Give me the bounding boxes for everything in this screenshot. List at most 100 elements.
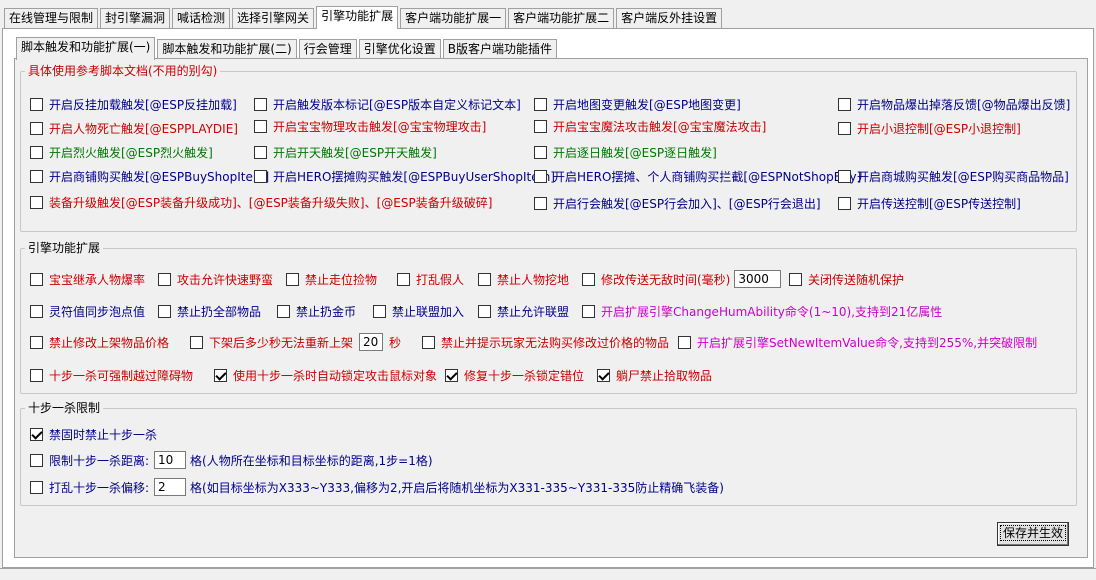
option-shuffle-bots[interactable]: 打乱假人 <box>397 270 464 288</box>
checkbox[interactable] <box>254 145 267 159</box>
checkbox[interactable] <box>838 196 851 210</box>
checkbox[interactable] <box>838 97 851 111</box>
checkbox[interactable] <box>397 272 410 286</box>
checkbox[interactable] <box>190 335 203 349</box>
option-ten-step-pass-obstacles[interactable]: 十步一杀可强制越过障碍物 <box>30 366 193 384</box>
option-sun-chase-trigger[interactable]: 开启逐日触发[@ESP逐日触发] <box>534 143 717 161</box>
checkbox[interactable] <box>582 304 595 318</box>
option-no-modify-listed-price[interactable]: 禁止修改上架物品价格 <box>30 333 169 351</box>
checkbox[interactable] <box>30 480 43 494</box>
checkbox[interactable] <box>158 304 171 318</box>
option-ten-step-auto-lock-target[interactable]: 使用十步一杀时自动锁定攻击鼠标对象 <box>214 366 437 384</box>
option-no-drop-gold[interactable]: 禁止扔金币 <box>277 302 356 320</box>
option-no-drop-all-items[interactable]: 禁止扔全部物品 <box>158 302 261 320</box>
option-item-drop-feedback[interactable]: 开启物品爆出掉落反馈[@物品爆出反馈] <box>838 95 1070 113</box>
checkbox[interactable] <box>582 272 595 286</box>
checkbox[interactable] <box>478 304 491 318</box>
relist-seconds-input[interactable]: 20 <box>359 333 384 351</box>
checkbox[interactable] <box>158 272 171 286</box>
checkbox[interactable] <box>30 427 43 441</box>
option-corpse-no-pickup[interactable]: 躺尸禁止拾取物品 <box>597 366 712 384</box>
checkbox[interactable] <box>422 335 435 349</box>
checkbox[interactable] <box>30 121 43 135</box>
option-player-death-trigger[interactable]: 开启人物死亡触发[@ESPPLAYDIE] <box>30 119 238 137</box>
option-limit-ten-step-distance[interactable]: 限制十步一杀距离: 10 格(人物所在坐标和目标坐标的距离,1步=1格) <box>30 451 433 469</box>
option-shop-buy-trigger[interactable]: 开启商铺购买触发[@ESPBuyShopItem] <box>30 167 269 185</box>
checkbox[interactable] <box>534 169 547 183</box>
tab-client-extensions-1[interactable]: 客户端功能扩展一 <box>400 8 507 28</box>
option-teleport-control[interactable]: 开启传送控制[@ESP传送控制] <box>838 194 1021 212</box>
subtab-bversion-client-plugins[interactable]: B版客户端功能插件 <box>442 39 558 59</box>
option-mall-buy-trigger[interactable]: 开启商城购买触发[@ESP购买商品物品] <box>838 167 1069 185</box>
checkbox[interactable] <box>286 272 299 286</box>
option-hero-stall-buy-trigger[interactable]: 开启HERO摆摊购买触发[@ESPBuyUserShopItem] <box>254 167 555 185</box>
invincible-time-input[interactable]: 3000 <box>734 270 782 288</box>
checkbox[interactable] <box>30 145 43 159</box>
checkbox[interactable] <box>30 272 43 286</box>
tab-block-engine-bugs[interactable]: 封引擎漏洞 <box>100 8 171 28</box>
option-flame-trigger[interactable]: 开启烈火触发[@ESP烈火触发] <box>30 143 213 161</box>
option-set-new-item-value[interactable]: 开启扩展引擎SetNewItemValue命令,支持到255%,并突破限制 <box>678 333 1037 351</box>
option-shuffle-ten-step-offset[interactable]: 打乱十步一杀偏移: 2 格(如目标坐标为X333~Y333,偏移为2,开启后将随机坐… <box>30 478 724 496</box>
option-no-alliance-join[interactable]: 禁止联盟加入 <box>373 302 464 320</box>
option-no-walk-pickup[interactable]: 禁止走位捡物 <box>286 270 377 288</box>
option-soft-logout-control[interactable]: 开启小退控制[@ESP小退控制] <box>838 119 1021 137</box>
option-guild-trigger[interactable]: 开启行会触发[@ESP行会加入]、[@ESP行会退出] <box>534 194 821 212</box>
option-anti-hook-load-trigger[interactable]: 开启反挂加载触发[@ESP反挂加载] <box>30 95 237 113</box>
checkbox[interactable] <box>30 453 43 467</box>
checkbox[interactable] <box>30 304 43 318</box>
checkbox[interactable] <box>254 97 267 111</box>
checkbox[interactable] <box>30 195 43 209</box>
checkbox[interactable] <box>254 169 267 183</box>
option-block-modified-price-buy[interactable]: 禁止并提示玩家无法购买修改过价格的物品 <box>422 333 669 351</box>
tab-client-anticheat[interactable]: 客户端反外挂设置 <box>616 8 723 28</box>
option-map-change-trigger[interactable]: 开启地图变更触发[@ESP地图变更] <box>534 95 741 113</box>
checkbox[interactable] <box>30 335 43 349</box>
checkbox[interactable] <box>30 169 43 183</box>
option-no-ten-step-when-frozen[interactable]: 禁固时禁止十步一杀 <box>30 425 157 443</box>
checkbox[interactable] <box>277 304 290 318</box>
option-pet-magic-attack-trigger[interactable]: 开启宝宝魔法攻击触发[@宝宝魔法攻击] <box>534 117 766 135</box>
tab-engine-extensions[interactable]: 引擎功能扩展 <box>316 6 399 29</box>
checkbox[interactable] <box>478 272 491 286</box>
ten-step-distance-input[interactable]: 10 <box>154 451 187 469</box>
tab-select-gateway[interactable]: 选择引擎网关 <box>232 8 315 28</box>
checkbox[interactable] <box>534 196 547 210</box>
checkbox[interactable] <box>254 119 267 133</box>
checkbox[interactable] <box>30 368 43 382</box>
checkbox[interactable] <box>534 97 547 111</box>
subtab-script-triggers-1[interactable]: 脚本触发和功能扩展(一) <box>16 37 156 60</box>
checkbox[interactable] <box>30 97 43 111</box>
option-fast-barbaric-rush[interactable]: 攻击允许快速野蛮 <box>158 270 273 288</box>
option-talisman-sync-bubble[interactable]: 灵符值同步泡点值 <box>30 302 145 320</box>
option-pet-physical-attack-trigger[interactable]: 开启宝宝物理攻击触发[@宝宝物理攻击] <box>254 117 486 135</box>
option-equipment-upgrade-trigger[interactable]: 装备升级触发[@ESP装备升级成功]、[@ESP装备升级失败]、[@ESP装备升… <box>30 193 492 211</box>
option-pet-inherit-drop-rate[interactable]: 宝宝继承人物爆率 <box>30 270 145 288</box>
checkbox[interactable] <box>214 368 227 382</box>
subtab-script-triggers-2[interactable]: 脚本触发和功能扩展(二) <box>157 39 297 59</box>
tab-online-management[interactable]: 在线管理与限制 <box>4 8 99 28</box>
subtab-engine-optimization[interactable]: 引擎优化设置 <box>358 39 441 59</box>
option-hero-stall-buy-block[interactable]: 开启HERO摆摊、个人商铺购买拦截[@ESPNotShopBuy] <box>534 167 861 185</box>
checkbox[interactable] <box>373 304 386 318</box>
checkbox[interactable] <box>534 145 547 159</box>
checkbox[interactable] <box>445 368 458 382</box>
option-teleport-invincible-time[interactable]: 修改传送无敌时间(毫秒) 3000 <box>582 270 782 288</box>
option-version-tag-trigger[interactable]: 开启触发版本标记[@ESP版本自定义标记文本] <box>254 95 521 113</box>
option-sky-split-trigger[interactable]: 开启开天触发[@ESP开天触发] <box>254 143 437 161</box>
checkbox[interactable] <box>838 121 851 135</box>
tab-client-extensions-2[interactable]: 客户端功能扩展二 <box>508 8 615 28</box>
checkbox[interactable] <box>534 119 547 133</box>
option-no-allow-alliance[interactable]: 禁止允许联盟 <box>478 302 569 320</box>
option-change-hum-ability[interactable]: 开启扩展引擎ChangeHumAbility命令(1~10),支持到21亿属性 <box>582 302 942 320</box>
checkbox[interactable] <box>678 335 691 349</box>
save-and-apply-button[interactable]: 保存并生效 <box>997 522 1069 546</box>
checkbox[interactable] <box>838 169 851 183</box>
option-disable-teleport-random-protect[interactable]: 关闭传送随机保护 <box>789 270 904 288</box>
option-no-player-digging[interactable]: 禁止人物挖地 <box>478 270 569 288</box>
checkbox[interactable] <box>597 368 610 382</box>
tab-shout-detection[interactable]: 喊话检测 <box>172 8 231 28</box>
option-relist-cooldown[interactable]: 下架后多少秒无法重新上架 20 秒 <box>190 333 401 351</box>
checkbox[interactable] <box>789 272 802 286</box>
subtab-guild-management[interactable]: 行会管理 <box>298 39 357 59</box>
